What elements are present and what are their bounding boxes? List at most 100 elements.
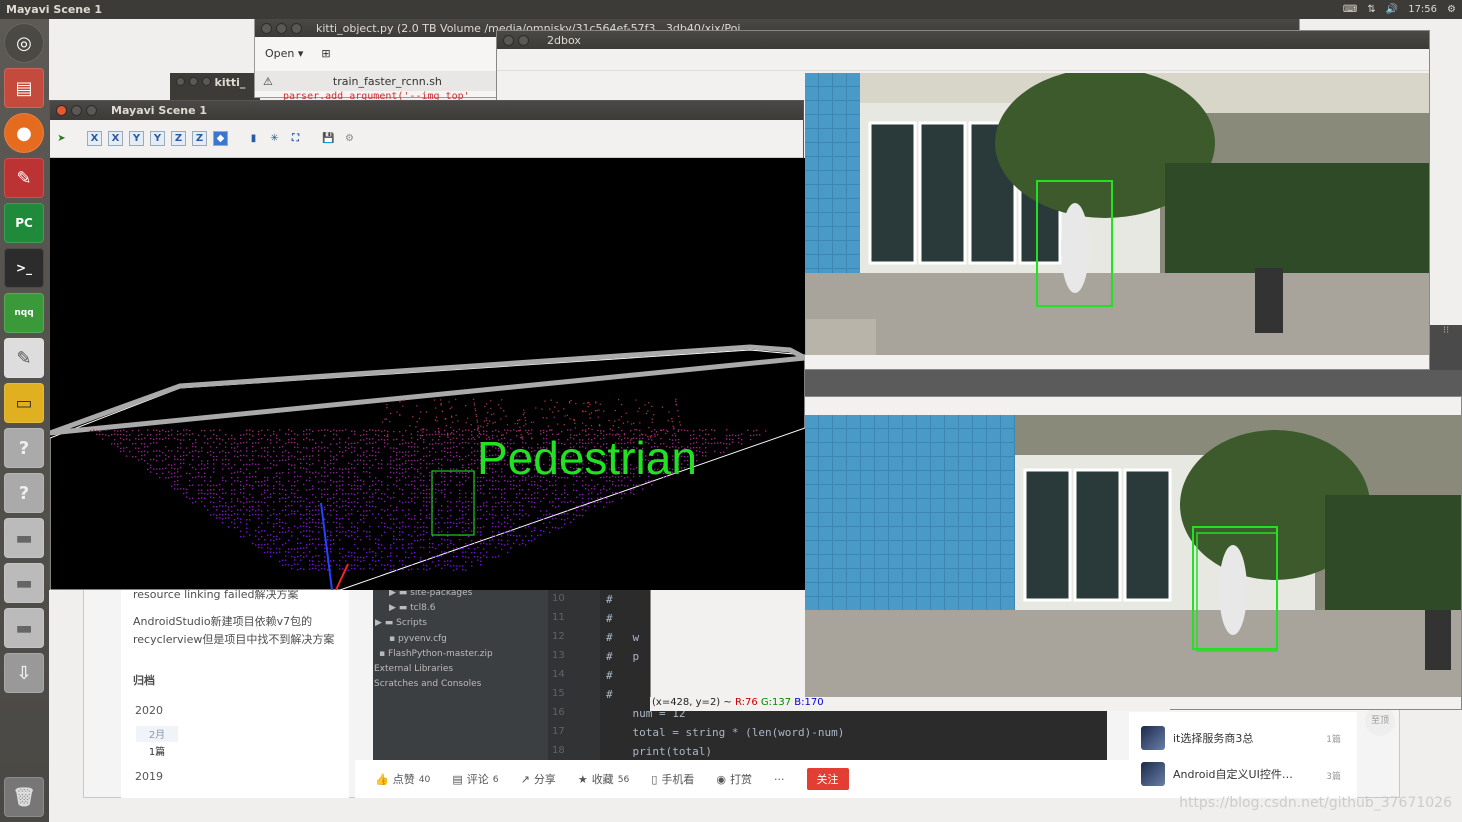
drive-icon[interactable]: ▬ <box>4 563 44 603</box>
list-item-count: 1篇 <box>1326 735 1341 745</box>
comment-icon: ▤ <box>452 772 463 786</box>
tree-item[interactable]: Scratches and Consoles <box>374 679 481 689</box>
share-button[interactable]: ↗ 分享 <box>521 771 556 787</box>
close-button[interactable] <box>56 105 67 116</box>
text-editor-icon[interactable]: ✎ <box>4 338 44 378</box>
window-title: 2dbox <box>547 33 581 47</box>
like-button[interactable]: 👍 点赞 40 <box>375 771 430 787</box>
firefox-icon[interactable]: ● <box>4 113 44 153</box>
line-number: 12 <box>552 631 565 642</box>
related-link[interactable]: AndroidStudio新建项目依赖v7包的 <box>133 613 312 629</box>
back-to-top-button[interactable]: 至顶 <box>1365 706 1395 736</box>
minimize-button[interactable] <box>276 22 287 34</box>
unknown-app-icon[interactable]: ? <box>4 428 44 468</box>
app-icon[interactable]: nqq <box>4 293 44 333</box>
usb-icon[interactable]: ⇩ <box>4 653 44 693</box>
minimize-button[interactable] <box>518 34 529 46</box>
view-y-plus-icon[interactable]: Y <box>129 131 144 146</box>
favorite-button[interactable]: ★ 收藏 56 <box>578 771 630 787</box>
isometric-view-icon[interactable]: ◆ <box>213 131 228 146</box>
axes-icon[interactable]: ✳ <box>267 131 282 146</box>
mayavi-window: Mayavi Scene 1 ➤ X X Y Y Z Z ◆ ▮ ✳ ⛶ 💾 ⚙… <box>49 100 805 590</box>
list-item[interactable]: it选择服务商3总 <box>1141 726 1253 750</box>
line-number: 13 <box>552 650 565 661</box>
parallel-projection-icon[interactable]: ▮ <box>246 131 261 146</box>
view-z-minus-icon[interactable]: Z <box>192 131 207 146</box>
archive-month[interactable]: 2月 <box>136 726 178 742</box>
drive-icon[interactable]: ▬ <box>4 608 44 648</box>
view-x-minus-icon[interactable]: X <box>108 131 123 146</box>
line-number: 11 <box>552 612 565 623</box>
view-z-plus-icon[interactable]: Z <box>171 131 186 146</box>
window-titlebar: Mayavi Scene 1 <box>50 101 803 120</box>
clock[interactable]: 17:56 <box>1408 4 1437 15</box>
code-line: # <box>606 688 613 701</box>
code-line: # p <box>606 650 640 663</box>
warning-icon: ⚠ <box>263 74 273 88</box>
line-number: 10 <box>552 593 565 604</box>
line-number: 14 <box>552 669 565 680</box>
line-gutter: 10 11 12 13 14 15 16 17 18 <box>548 582 600 760</box>
related-link[interactable]: recyclerview但是项目中找不到解决方案 <box>133 631 334 647</box>
tree-item[interactable]: ▶ ▬ tcl8.6 <box>389 603 435 613</box>
pycharm-icon[interactable]: PC <box>4 203 44 243</box>
phone-icon: ▯ <box>651 772 658 786</box>
pedestrian-label: Pedestrian <box>477 432 697 484</box>
background-window-tab[interactable]: kitti_ <box>170 73 260 103</box>
follow-button[interactable]: 关注 <box>806 768 849 790</box>
keyboard-icon[interactable]: ⌨ <box>1343 4 1357 15</box>
mayavi-toolbar: ➤ X X Y Y Z Z ◆ ▮ ✳ ⛶ 💾 ⚙ <box>50 120 803 158</box>
trash-icon[interactable]: 🗑 <box>4 777 44 817</box>
drive-icon[interactable]: ▬ <box>4 518 44 558</box>
close-button[interactable] <box>503 34 514 46</box>
terminal-icon[interactable]: >_ <box>4 248 44 288</box>
files-icon[interactable]: ▤ <box>4 68 44 108</box>
archive-heading: 归档 <box>133 674 155 687</box>
minimize-button[interactable] <box>71 105 82 116</box>
configure-icon[interactable]: ⚙ <box>342 131 357 146</box>
save-icon[interactable]: 💾 <box>321 131 336 146</box>
mobile-view-button[interactable]: ▯ 手机看 <box>651 771 694 787</box>
camera-image-2dbox <box>805 73 1429 355</box>
more-button[interactable]: ··· <box>774 773 785 786</box>
comment-button[interactable]: ▤ 评论 6 <box>452 771 498 787</box>
reward-button[interactable]: ◉ 打赏 <box>716 771 752 787</box>
article-action-bar: 👍 点赞 40 ▤ 评论 6 ↗ 分享 ★ 收藏 56 ▯ 手机看 ◉ 打赏 ··· 关注 <box>355 760 1129 798</box>
code-line: print(total) <box>606 745 712 758</box>
dash-icon[interactable]: ◎ <box>4 23 44 63</box>
line-number: 15 <box>552 688 565 699</box>
screenshot-icon[interactable]: ▭ <box>4 383 44 423</box>
volume-icon[interactable]: 🔊 <box>1386 4 1398 15</box>
unknown-app-icon[interactable]: ? <box>4 473 44 513</box>
archive-year: 2020 <box>135 704 163 717</box>
new-tab-icon[interactable]: ⊞ <box>321 47 330 60</box>
window-title: Mayavi Scene 1 <box>111 104 208 117</box>
close-button[interactable] <box>261 22 272 34</box>
maximize-button[interactable] <box>291 22 302 34</box>
camera-image-3dbox <box>805 415 1461 697</box>
gear-icon[interactable]: ⚙ <box>1447 4 1456 15</box>
pipeline-icon[interactable]: ➤ <box>54 131 69 146</box>
point-cloud-scene[interactable]: Pedestrian <box>50 158 805 590</box>
tree-item[interactable]: ▪ FlashPython-master.zip <box>379 649 493 659</box>
star-icon: ★ <box>577 772 588 786</box>
list-item[interactable]: Android自定义UI控件… <box>1141 762 1293 786</box>
view-y-minus-icon[interactable]: Y <box>150 131 165 146</box>
network-icon[interactable]: ⇅ <box>1367 4 1375 15</box>
share-icon: ↗ <box>520 772 530 786</box>
code-line: total = string * (len(word)-num) <box>606 726 845 739</box>
thumbnail <box>1141 762 1165 786</box>
tree-item[interactable]: ▶ ▬ Scripts <box>375 618 427 628</box>
fullscreen-icon[interactable]: ⛶ <box>288 131 303 146</box>
settings-icon[interactable]: ✎ <box>4 158 44 198</box>
view-x-plus-icon[interactable]: X <box>87 131 102 146</box>
open-button[interactable]: Open ▾ <box>265 47 303 60</box>
grip-icon[interactable]: ⁝⁝ <box>1430 325 1462 370</box>
maximize-button[interactable] <box>86 105 97 116</box>
tree-item[interactable]: ▪ pyvenv.cfg <box>389 634 447 644</box>
code-line: # <box>606 593 613 606</box>
tree-item[interactable]: External Libraries <box>374 664 453 674</box>
code-line: # <box>606 612 613 625</box>
editor-tab[interactable]: ⚠ train_faster_rcnn.sh <box>255 71 497 91</box>
line-number: 17 <box>552 726 565 737</box>
